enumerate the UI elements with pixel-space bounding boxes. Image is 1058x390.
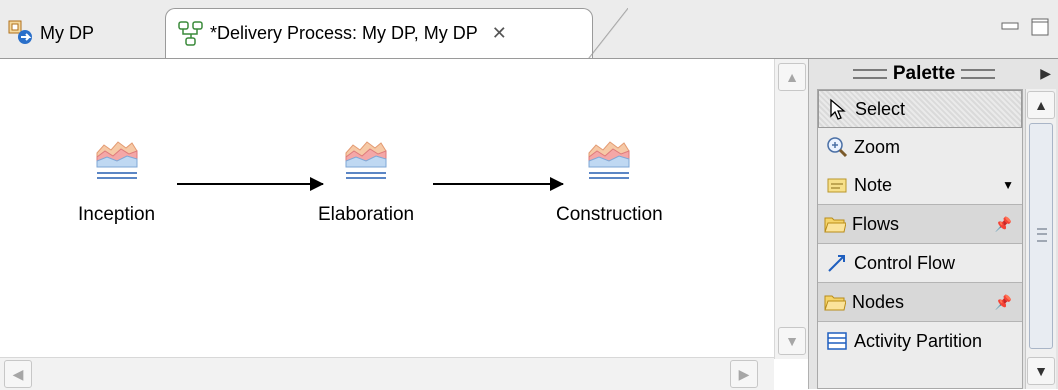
- phase-icon: [94, 137, 140, 188]
- palette-tool-label: Control Flow: [854, 252, 956, 273]
- folder-icon: [824, 213, 846, 235]
- note-icon: [826, 174, 848, 196]
- palette-tool-list: Select Zoom Note ▼ Flows 📌 Control Flow …: [817, 89, 1023, 389]
- control-flow-icon: [826, 252, 848, 274]
- tab-my-dp[interactable]: My DP: [0, 8, 160, 58]
- cursor-icon: [827, 98, 849, 120]
- close-icon[interactable]: ✕: [492, 23, 507, 44]
- palette-tool-note[interactable]: Note ▼: [818, 166, 1022, 204]
- palette-scrollbar[interactable]: ▲ ▼: [1025, 89, 1056, 389]
- canvas-vertical-scrollbar[interactable]: ▲ ▼: [774, 59, 809, 359]
- palette-drawer-nodes[interactable]: Nodes 📌: [818, 282, 1022, 322]
- maximize-icon[interactable]: [1030, 18, 1050, 36]
- partition-icon: [826, 330, 848, 352]
- palette-drawer-label: Nodes: [852, 291, 905, 312]
- phase-icon: [343, 137, 389, 188]
- drag-grip-icon: [961, 69, 996, 79]
- editor-tab-bar: My DP *Delivery Process: My DP, My DP ✕: [0, 0, 1058, 59]
- phase-icon: [586, 137, 632, 188]
- tab-label: *Delivery Process: My DP, My DP: [210, 23, 478, 43]
- thumb-grip-icon: [1037, 228, 1047, 242]
- expand-arrow-icon[interactable]: ▶: [1040, 65, 1051, 82]
- palette-header[interactable]: Palette: [809, 59, 1039, 89]
- scroll-right-icon[interactable]: ▶: [730, 360, 758, 388]
- palette-tool-control-flow[interactable]: Control Flow: [818, 244, 1022, 282]
- dropdown-arrow-icon[interactable]: ▼: [1002, 178, 1014, 192]
- palette-tool-label: Note: [854, 174, 893, 195]
- palette-tool-zoom[interactable]: Zoom: [818, 128, 1022, 166]
- palette-drawer-flows[interactable]: Flows 📌: [818, 204, 1022, 244]
- scroll-down-icon[interactable]: ▼: [1027, 357, 1055, 385]
- tab-label: My DP: [40, 22, 94, 43]
- zoom-icon: [826, 136, 848, 158]
- palette-drawer-label: Flows: [852, 213, 900, 234]
- scroll-thumb[interactable]: [1029, 123, 1053, 349]
- diagram-node-inception[interactable]: Inception: [78, 137, 155, 226]
- node-label: Construction: [556, 204, 663, 225]
- node-label: Elaboration: [318, 204, 415, 225]
- palette-tool-activity-partition[interactable]: Activity Partition: [818, 322, 1022, 360]
- palette-title: Palette: [892, 63, 956, 84]
- canvas-horizontal-scrollbar[interactable]: ◀ ▶: [0, 357, 774, 390]
- scroll-up-icon[interactable]: ▲: [1027, 91, 1055, 119]
- minimize-icon[interactable]: [1000, 18, 1020, 36]
- palette-tool-label: Select: [855, 98, 906, 119]
- pin-icon[interactable]: 📌: [995, 294, 1012, 311]
- control-flow-arrow[interactable]: [177, 177, 324, 191]
- drag-grip-icon: [852, 69, 887, 79]
- process-icon: [8, 20, 34, 46]
- node-label: Inception: [78, 204, 156, 225]
- palette-tool-select[interactable]: Select: [818, 90, 1022, 128]
- folder-icon: [824, 291, 846, 313]
- activity-diagram-icon: [178, 20, 204, 47]
- palette-tool-label: Zoom: [854, 136, 901, 157]
- pin-icon[interactable]: 📌: [995, 216, 1012, 233]
- scroll-down-icon[interactable]: ▼: [778, 327, 806, 355]
- tab-delivery-process[interactable]: *Delivery Process: My DP, My DP ✕: [165, 8, 628, 59]
- diagram-canvas[interactable]: Inception Elaboration Construction: [0, 59, 774, 357]
- control-flow-arrow[interactable]: [433, 177, 564, 191]
- palette-tool-label: Activity Partition: [854, 330, 983, 351]
- scroll-left-icon[interactable]: ◀: [4, 360, 32, 388]
- palette-panel: Palette ▶ Select Zoom Note ▼ Flows 📌 Con…: [808, 59, 1058, 389]
- diagram-node-elaboration[interactable]: Elaboration: [318, 137, 414, 226]
- diagram-node-construction[interactable]: Construction: [556, 137, 663, 226]
- scroll-up-icon[interactable]: ▲: [778, 63, 806, 91]
